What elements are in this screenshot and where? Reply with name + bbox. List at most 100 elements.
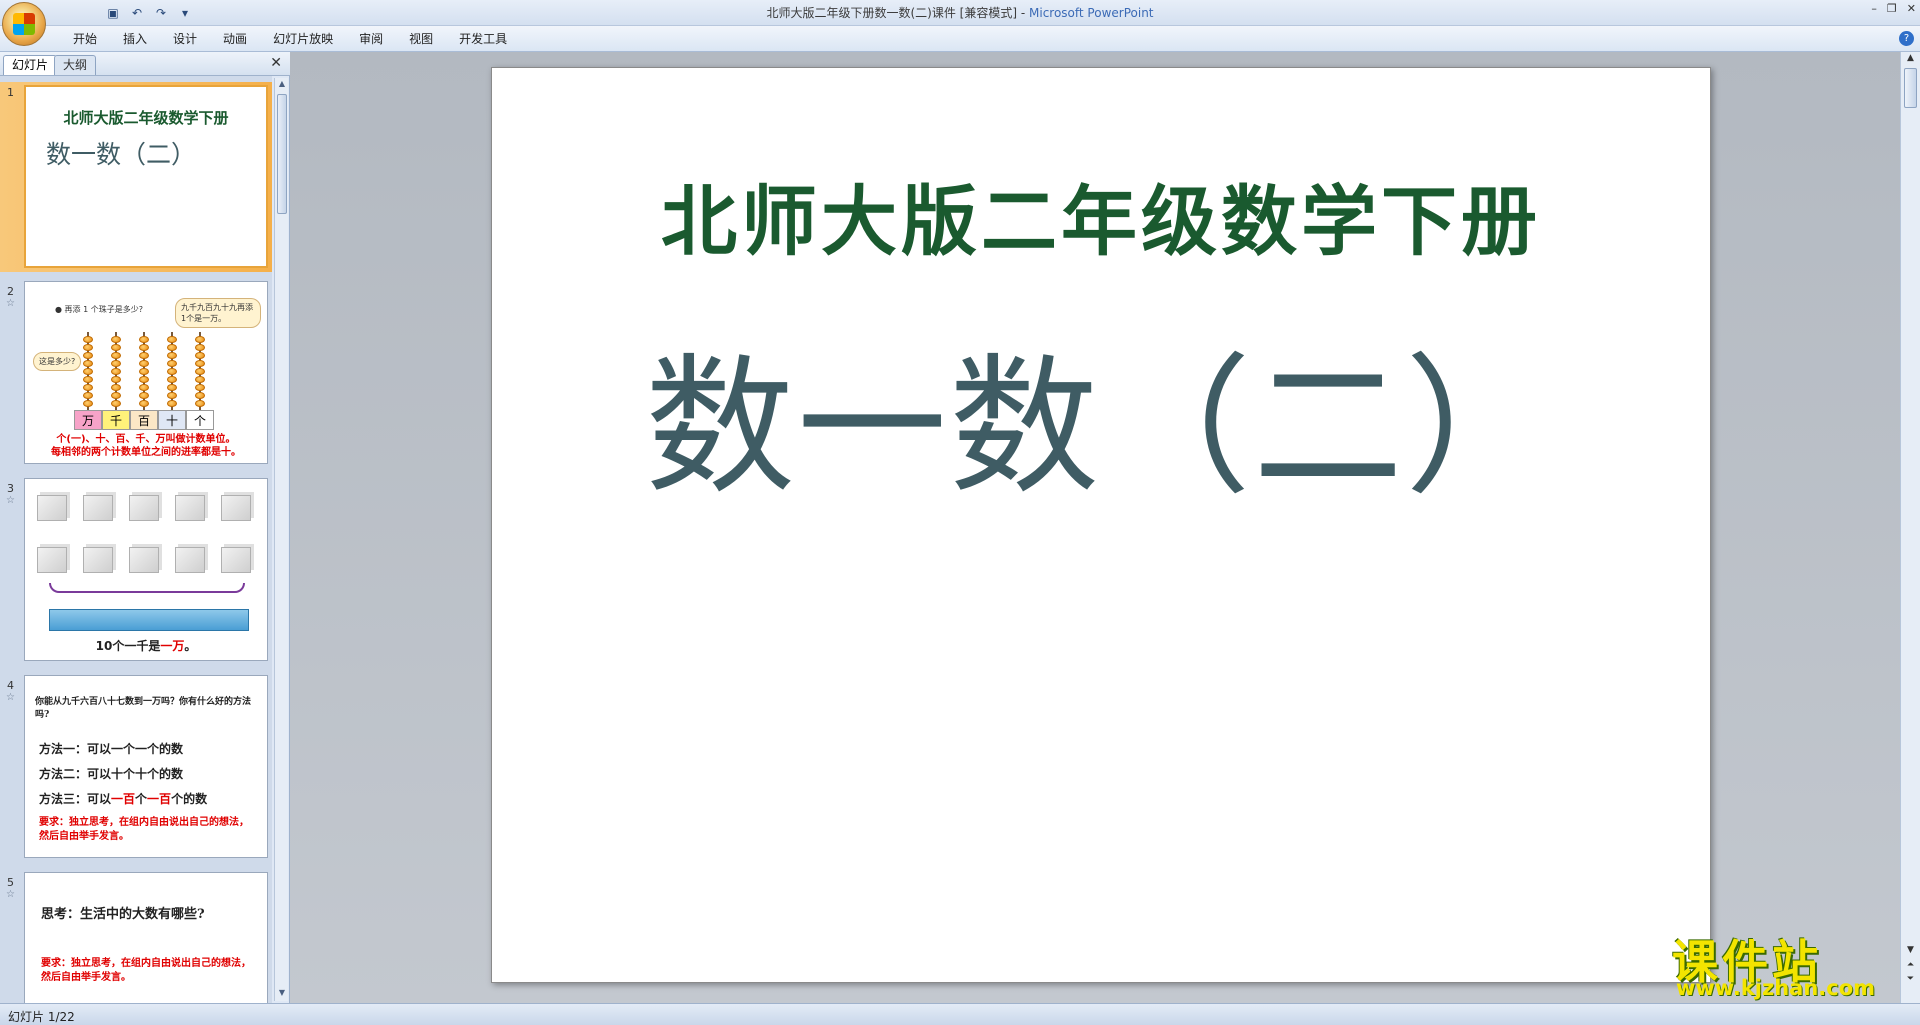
place-label: 百 — [130, 410, 158, 430]
caption-text: 10个一千是 — [95, 639, 161, 653]
abacus-bead — [139, 400, 149, 407]
place-label: 十 — [158, 410, 186, 430]
slide-editor: 北师大版二年级数学下册 数一数（二） — [290, 52, 1900, 1003]
abacus-bead — [111, 400, 121, 407]
thumb-question: ● 再添 1 个珠子是多少? — [55, 305, 143, 314]
ribbon: 开始 插入 设计 动画 幻灯片放映 审阅 视图 开发工具 ? — [0, 26, 1920, 52]
thumbnail-scrollbar[interactable]: ▲ ▼ — [274, 78, 288, 1001]
office-button[interactable] — [2, 2, 46, 46]
office-logo-icon — [13, 13, 35, 35]
tab-animations[interactable]: 动画 — [210, 30, 260, 48]
tab-slideshow[interactable]: 幻灯片放映 — [260, 30, 346, 48]
watermark-url: www.kjzhan.com — [1676, 976, 1876, 1000]
scroll-down-icon[interactable]: ▼ — [1903, 945, 1918, 958]
slide-number: 3 — [7, 482, 14, 495]
abacus-bead — [111, 352, 121, 359]
abacus-bead — [167, 336, 177, 343]
restore-button[interactable]: ❐ — [1887, 2, 1897, 15]
tab-slides[interactable]: 幻灯片 — [3, 55, 58, 75]
abacus-bead — [167, 376, 177, 383]
thumb-caption: 10个一千是一万。 — [25, 637, 267, 654]
abacus-bead — [195, 352, 205, 359]
thumb-title: 北师大版二年级数学下册 — [63, 109, 229, 127]
abacus-bead — [111, 336, 121, 343]
scrollbar-thumb[interactable] — [277, 94, 287, 214]
tab-outline[interactable]: 大纲 — [54, 55, 97, 75]
abacus-bead — [139, 360, 149, 367]
brace-shape — [49, 583, 245, 593]
slide-thumbnail-2[interactable]: 2 ☆ ● 再添 1 个珠子是多少? 九千九百九十九再添1个是一万。 这是多少?… — [0, 281, 272, 469]
scrollbar-thumb[interactable] — [1904, 68, 1917, 108]
caption-highlight: 一万 — [160, 639, 185, 653]
thousand-cube — [37, 495, 67, 521]
status-bar: 幻灯片 1/22 — [0, 1003, 1920, 1025]
abacus-bead — [195, 400, 205, 407]
editor-scrollbar[interactable]: ▲ ▼ ⏶ ⏷ — [1900, 52, 1920, 1003]
powerpoint-window: ▣ ↶ ↷ ▾ 北师大版二年级下册数一数(二)课件 [兼容模式] - Micro… — [0, 0, 1920, 1025]
scroll-up-icon[interactable]: ▲ — [276, 79, 288, 91]
slide-number: 1 — [7, 86, 14, 99]
abacus-bead — [167, 360, 177, 367]
place-label: 个 — [186, 410, 214, 430]
slide-number: 2 — [7, 285, 14, 298]
slide-canvas[interactable]: 北师大版二年级数学下册 数一数（二） — [491, 67, 1711, 983]
help-icon[interactable]: ? — [1899, 31, 1914, 46]
rule-text: 每相邻的两个计数单位之间的进率都是十。 — [51, 447, 241, 458]
caption-text: 。 — [184, 639, 197, 653]
scroll-down-icon[interactable]: ▼ — [276, 988, 288, 1000]
slide-thumbnail-5[interactable]: 5 ☆ 思考：生活中的大数有哪些? 要求：独立思考，在组内自由说出自己的想法，然… — [0, 872, 272, 1003]
abacus-bead — [195, 360, 205, 367]
ribbon-tabs: 开始 插入 设计 动画 幻灯片放映 审阅 视图 开发工具 — [60, 30, 520, 48]
tab-review[interactable]: 审阅 — [346, 30, 396, 48]
tab-design[interactable]: 设计 — [160, 30, 210, 48]
place-label: 万 — [74, 410, 102, 430]
abacus-bead — [195, 384, 205, 391]
method-text: 个的数 — [171, 792, 208, 806]
abacus-bead — [83, 384, 93, 391]
animation-star-icon: ☆ — [6, 495, 15, 506]
abacus-bead — [139, 344, 149, 351]
abacus-bead — [83, 376, 93, 383]
speech-bubble: 这是多少? — [33, 352, 82, 371]
slide-thumbnail-3[interactable]: 3 ☆ 10个一千是一万。 — [0, 478, 272, 666]
abacus-bead — [195, 368, 205, 375]
thumbnail-canvas: 10个一千是一万。 — [24, 478, 268, 661]
panel-tabs: 幻灯片 大纲 ✕ — [0, 52, 290, 76]
abacus-bead — [139, 336, 149, 343]
slide-thumbnail-1[interactable]: 1 北师大版二年级数学下册 数一数（二） — [0, 82, 272, 272]
method-line: 方法三：可以一百个一百个的数 — [39, 790, 207, 807]
slide-thumbnail-4[interactable]: 4 ☆ 你能从九千六百八十七数到一万吗？你有什么好的方法吗? 方法一：可以一个一… — [0, 675, 272, 863]
panel-close-icon[interactable]: ✕ — [270, 55, 282, 71]
document-title: 北师大版二年级下册数一数(二)课件 [兼容模式] - — [766, 6, 1029, 20]
scroll-up-icon[interactable]: ▲ — [1903, 53, 1918, 66]
abacus-bead — [167, 400, 177, 407]
abacus-bead — [167, 368, 177, 375]
abacus-bead — [111, 384, 121, 391]
thousand-cube — [221, 547, 251, 573]
requirement-text: 要求：独立思考，在组内自由说出自己的想法，然后自由举手发言。 — [39, 817, 249, 842]
abacus-bead — [139, 384, 149, 391]
method-highlight: 一百 — [147, 792, 172, 806]
close-button[interactable]: ✕ — [1907, 2, 1916, 15]
tab-home[interactable]: 开始 — [60, 30, 110, 48]
tab-insert[interactable]: 插入 — [110, 30, 160, 48]
abacus-bead — [167, 392, 177, 399]
abacus-bead — [111, 360, 121, 367]
thumbnail-canvas: 你能从九千六百八十七数到一万吗？你有什么好的方法吗? 方法一：可以一个一个的数 … — [24, 675, 268, 858]
window-controls: – ❐ ✕ — [1871, 2, 1916, 15]
previous-slide-icon[interactable]: ⏶ — [1903, 960, 1918, 973]
minimize-button[interactable]: – — [1871, 2, 1877, 15]
tab-developer[interactable]: 开发工具 — [446, 30, 520, 48]
abacus-bead — [167, 352, 177, 359]
slide-subtitle[interactable]: 数一数（二） — [492, 306, 1710, 523]
abacus-bead — [195, 376, 205, 383]
slide-thumbnail-list: 1 北师大版二年级数学下册 数一数（二） 2 ☆ ● 再添 1 个珠子是多少? … — [0, 76, 272, 1003]
tab-view[interactable]: 视图 — [396, 30, 446, 48]
thumb-question: 你能从九千六百八十七数到一万吗？你有什么好的方法吗? — [35, 697, 252, 720]
method-text: 个 — [135, 792, 148, 806]
slide-counter: 幻灯片 1/22 — [8, 1010, 75, 1024]
slide-title[interactable]: 北师大版二年级数学下册 — [492, 160, 1710, 270]
next-slide-icon[interactable]: ⏷ — [1903, 974, 1918, 987]
abacus-bead — [195, 336, 205, 343]
speech-bubble: 九千九百九十九再添1个是一万。 — [175, 298, 261, 328]
